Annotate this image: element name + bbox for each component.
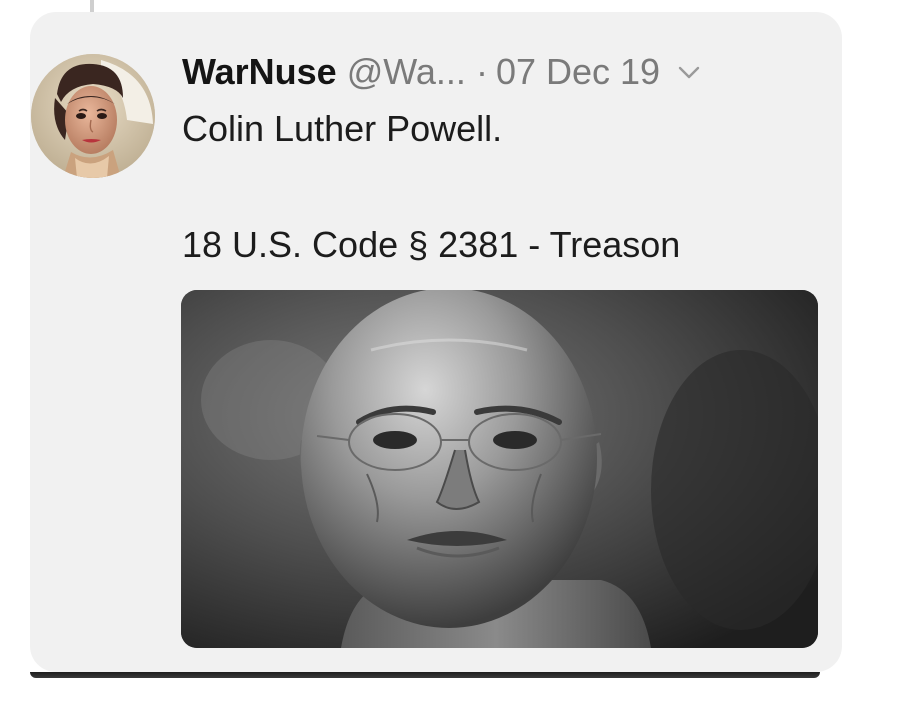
user-handle[interactable]: @Wa... xyxy=(347,51,466,93)
chevron-down-icon[interactable] xyxy=(676,59,702,85)
card-bottom-edge xyxy=(30,672,820,678)
tweet-header: WarNuse @Wa... · 07 Dec 19 xyxy=(182,46,702,98)
avatar[interactable] xyxy=(31,54,155,178)
tweet-date[interactable]: 07 Dec 19 xyxy=(496,51,660,93)
page-bottom xyxy=(0,676,922,703)
display-name[interactable]: WarNuse xyxy=(182,51,337,93)
avatar-portrait xyxy=(31,54,155,178)
portrait-photo xyxy=(181,290,818,648)
tweet-text-line-2: 18 U.S. Code § 2381 - Treason xyxy=(182,224,681,265)
tweet-text-line-1: Colin Luther Powell. xyxy=(182,108,503,149)
tweet-photo[interactable] xyxy=(181,290,818,648)
separator-dot: · xyxy=(475,51,488,92)
